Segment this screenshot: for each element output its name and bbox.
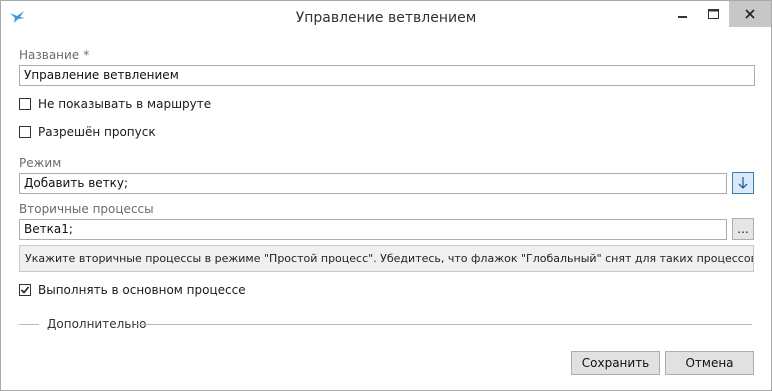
run-in-main-checkbox[interactable]: Выполнять в основном процессе — [19, 283, 246, 297]
minimize-icon — [678, 16, 687, 18]
hide-in-route-checkbox[interactable]: Не показывать в маршруте — [19, 97, 211, 111]
save-button[interactable]: Сохранить — [571, 351, 660, 375]
required-mark: * — [83, 48, 90, 62]
mode-input[interactable]: Добавить ветку; — [19, 173, 727, 194]
hide-in-route-box[interactable] — [19, 98, 31, 110]
title-bar[interactable]: Управление ветвлением — [1, 1, 771, 33]
advanced-section-label: Дополнительно — [47, 317, 147, 331]
close-icon — [745, 9, 755, 19]
run-in-main-box[interactable] — [19, 284, 31, 296]
close-button[interactable] — [729, 1, 771, 27]
cancel-button[interactable]: Отмена — [665, 351, 754, 375]
maximize-button[interactable] — [698, 1, 728, 27]
skip-allowed-label: Разрешён пропуск — [38, 125, 156, 139]
arrow-down-icon — [738, 177, 748, 189]
secondary-label: Вторичные процессы — [19, 202, 154, 216]
section-divider-right — [136, 324, 752, 325]
hide-in-route-label: Не показывать в маршруте — [38, 97, 212, 111]
hint-box: Укажите вторичные процессы в режиме "Про… — [19, 245, 754, 272]
secondary-input[interactable]: Ветка1; — [19, 219, 727, 240]
window-title: Управление ветвлением — [295, 10, 477, 26]
name-label-text: Название — [19, 48, 80, 62]
skip-allowed-checkbox[interactable]: Разрешён пропуск — [19, 125, 156, 139]
name-label: Название * — [19, 48, 89, 62]
secondary-browse-button[interactable]: ... — [732, 218, 754, 240]
advanced-section-header[interactable]: Дополнительно — [19, 317, 752, 331]
dialog-window: Управление ветвлением Название * Управлен… — [0, 0, 772, 391]
minimize-button[interactable] — [668, 1, 698, 27]
name-input[interactable]: Управление ветвлением — [19, 65, 755, 86]
run-in-main-label: Выполнять в основном процессе — [38, 283, 246, 297]
mode-label: Режим — [19, 156, 62, 170]
mode-select-button[interactable] — [732, 172, 754, 194]
maximize-icon — [707, 9, 719, 19]
checkmark-icon — [20, 286, 30, 294]
skip-allowed-box[interactable] — [19, 126, 31, 138]
section-divider-left — [19, 324, 39, 325]
